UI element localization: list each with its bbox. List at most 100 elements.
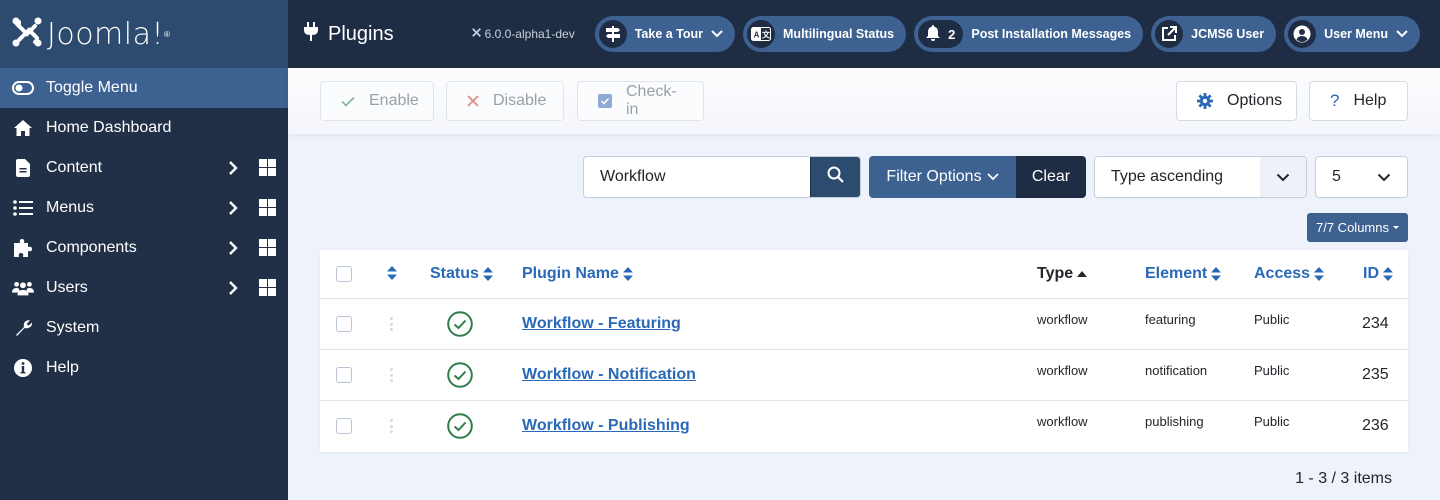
chevron-right-icon[interactable] (226, 238, 240, 258)
sidebar-item-content[interactable]: Content (0, 148, 288, 188)
dashboard-grid-icon[interactable] (259, 159, 276, 176)
type-cell: workflow (1037, 414, 1088, 429)
sidebar-item-label: Home Dashboard (46, 119, 172, 136)
ordering-sort-header[interactable] (387, 266, 397, 280)
status-sort-header[interactable]: Status (430, 250, 493, 298)
brand-logo[interactable]: Joomla! ® (0, 0, 288, 68)
check-circle-icon (447, 413, 473, 444)
select-all-checkbox[interactable] (336, 266, 352, 282)
plugin-name-link[interactable]: Workflow - Featuring (522, 315, 681, 333)
row-checkbox[interactable] (336, 316, 352, 332)
sort-icon (1383, 267, 1393, 281)
chevron-right-icon[interactable] (226, 158, 240, 178)
id-sort-header[interactable]: ID (1363, 250, 1393, 298)
status-header-label: Status (430, 265, 479, 282)
plugins-table: Status Plugin Name Type Element Access I… (320, 250, 1408, 452)
id-cell: 235 (1362, 366, 1389, 383)
sort-ascending-icon (1077, 270, 1088, 278)
chevron-right-icon[interactable] (226, 198, 240, 218)
dashboard-grid-icon[interactable] (259, 239, 276, 256)
status-enabled-toggle[interactable] (447, 362, 473, 393)
row-checkbox[interactable] (336, 367, 352, 383)
notification-group: 2 (918, 20, 964, 48)
svg-text:文: 文 (762, 30, 771, 40)
drag-handle-icon[interactable] (389, 419, 393, 433)
options-button[interactable]: Options (1176, 81, 1297, 121)
pagination-info: 1 - 3 / 3 items (1295, 470, 1392, 487)
plugin-name-link[interactable]: Workflow - Notification (522, 366, 696, 384)
bell-icon (926, 24, 941, 44)
drag-handle-icon[interactable] (389, 317, 393, 331)
access-sort-header[interactable]: Access (1254, 250, 1325, 298)
search-button[interactable] (810, 157, 860, 197)
element-sort-header[interactable]: Element (1145, 250, 1222, 298)
sidebar-item-label: Components (46, 239, 137, 256)
columns-toggle-button[interactable]: 7/7 Columns (1307, 213, 1408, 242)
sidebar-item-help[interactable]: Help (0, 348, 288, 388)
post-installation-messages-button[interactable]: 2 Post Installation Messages (914, 16, 1144, 52)
times-icon (467, 95, 479, 107)
chevron-down-icon (1361, 157, 1407, 197)
users-icon (12, 278, 34, 298)
disable-label: Disable (493, 92, 547, 109)
access-cell: Public (1254, 414, 1290, 429)
puzzle-icon (12, 238, 34, 258)
sidebar-item-label: Content (46, 159, 103, 176)
chevron-right-icon[interactable] (226, 278, 240, 298)
disable-button[interactable]: Disable (446, 81, 564, 121)
dashboard-grid-icon[interactable] (259, 199, 276, 216)
row-checkbox[interactable] (336, 418, 352, 434)
sort-icon (1314, 267, 1325, 281)
table-header-row: Status Plugin Name Type Element Access I… (320, 250, 1408, 299)
enable-button[interactable]: Enable (320, 81, 434, 121)
language-icon: A文 (747, 20, 776, 48)
access-cell: Public (1254, 363, 1290, 378)
status-enabled-toggle[interactable] (447, 413, 473, 444)
sidebar-item-label: Toggle Menu (46, 79, 138, 96)
list-icon (12, 198, 34, 218)
question-icon: ? (1330, 91, 1340, 110)
take-a-tour-button[interactable]: Take a Tour (594, 16, 736, 52)
signpost-icon (598, 20, 627, 48)
columns-label: 7/7 Columns (1316, 220, 1389, 235)
access-cell: Public (1254, 312, 1290, 327)
sidebar-item-label: Users (46, 279, 88, 296)
plug-icon (304, 21, 318, 47)
check-icon (341, 96, 355, 107)
id-header-label: ID (1363, 265, 1379, 282)
drag-handle-icon[interactable] (389, 368, 393, 382)
view-site-button[interactable]: JCMS6 User (1151, 16, 1277, 52)
filter-options-button[interactable]: Filter Options (869, 156, 1016, 198)
sidebar-item-users[interactable]: Users (0, 268, 288, 308)
limit-select[interactable]: 5 (1315, 156, 1408, 198)
sidebar-item-toggle-menu[interactable]: Toggle Menu (0, 68, 288, 108)
user-menu-button[interactable]: User Menu (1284, 16, 1420, 52)
chevron-down-icon (1396, 30, 1408, 38)
type-sort-header[interactable]: Type (1037, 250, 1088, 298)
gear-icon (1197, 93, 1213, 109)
ordering-select[interactable]: Type ascending (1094, 156, 1307, 198)
home-icon (12, 118, 34, 138)
enable-label: Enable (369, 92, 419, 109)
element-cell: notification (1145, 363, 1208, 378)
top-header: Plugins 6.0.0-alpha1-dev Take a Tour A文 … (288, 0, 1440, 68)
plugin-name-link[interactable]: Workflow - Publishing (522, 417, 690, 435)
dashboard-grid-icon[interactable] (259, 279, 276, 296)
sidebar-item-home-dashboard[interactable]: Home Dashboard (0, 108, 288, 148)
help-button[interactable]: ? Help (1309, 81, 1408, 121)
messages-count-badge: 2 (948, 26, 956, 42)
user-circle-icon (1288, 20, 1317, 48)
post-installation-messages-label: Post Installation Messages (971, 27, 1132, 41)
checkin-button[interactable]: Check-in (577, 81, 704, 121)
sidebar-item-system[interactable]: System (0, 308, 288, 348)
clear-button[interactable]: Clear (1016, 156, 1086, 198)
sort-icon (1211, 267, 1222, 281)
sort-icon (387, 266, 397, 280)
search-input[interactable] (584, 157, 812, 197)
status-enabled-toggle[interactable] (447, 311, 473, 342)
multilingual-status-button[interactable]: A文 Multilingual Status (743, 16, 907, 52)
table-row: Workflow - Notification workflow notific… (320, 350, 1408, 401)
sidebar-item-components[interactable]: Components (0, 228, 288, 268)
sidebar-item-menus[interactable]: Menus (0, 188, 288, 228)
plugin-name-sort-header[interactable]: Plugin Name (522, 250, 633, 298)
